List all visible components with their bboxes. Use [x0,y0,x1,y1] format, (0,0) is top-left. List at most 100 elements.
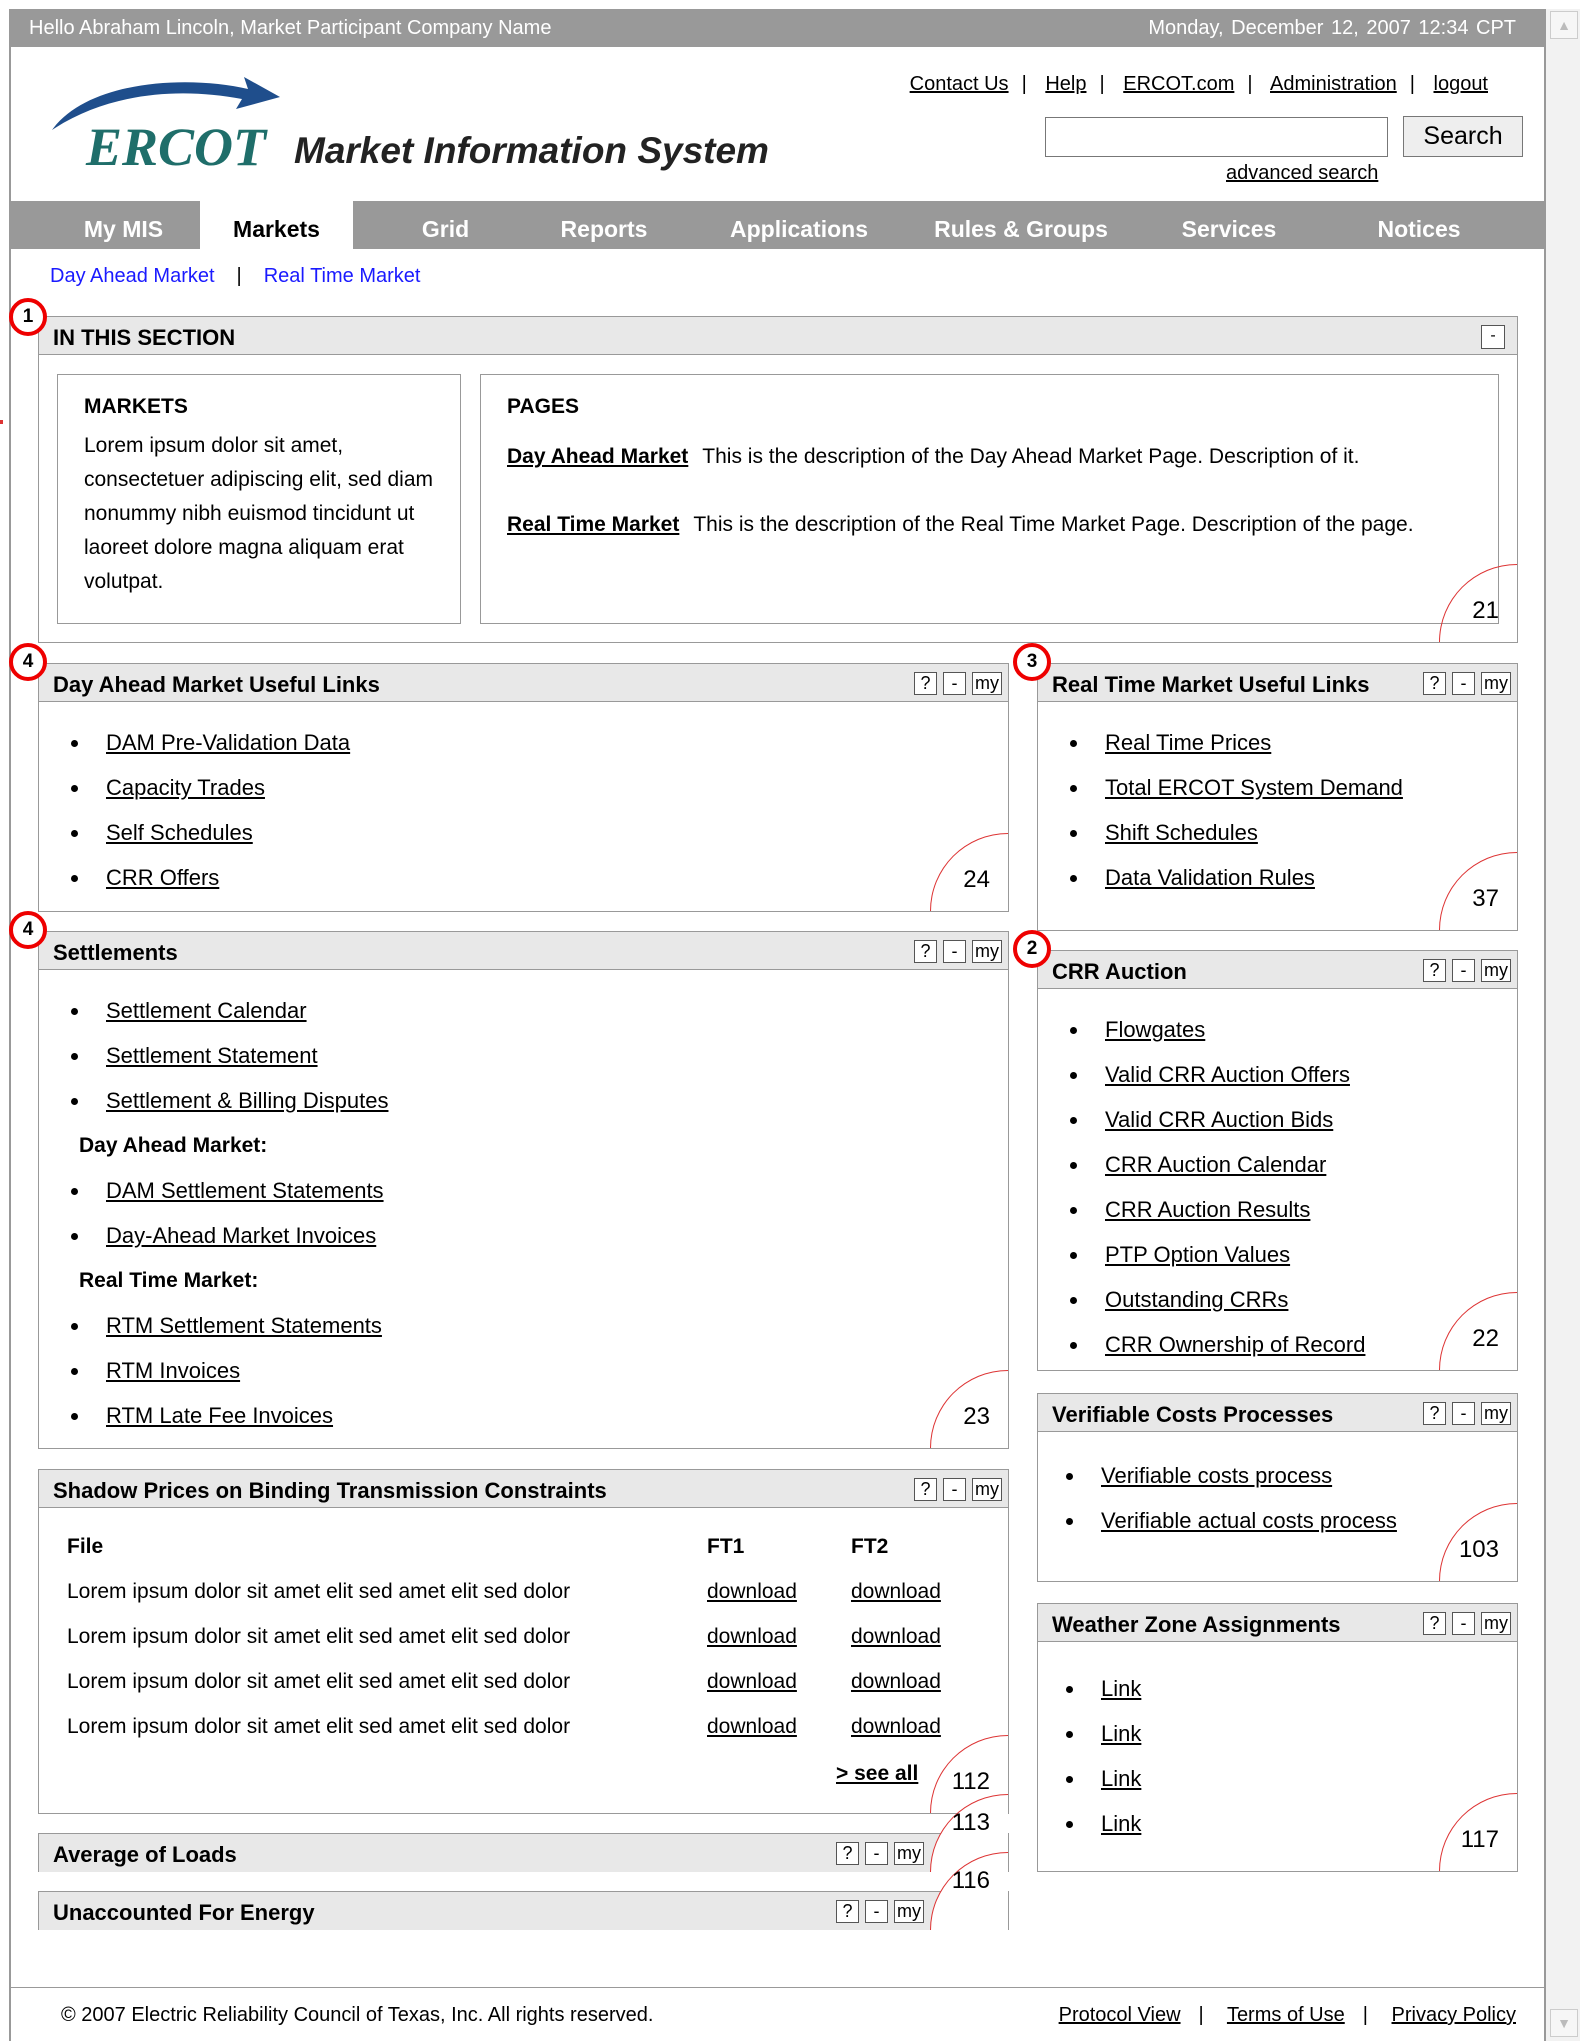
link[interactable]: CRR Auction Results [1105,1197,1310,1222]
ft1-download-link[interactable]: download [707,1580,797,1603]
privacy-policy-link[interactable]: Privacy Policy [1392,2004,1516,2026]
ft1-download-link[interactable]: download [707,1625,797,1648]
administration-link[interactable]: Administration [1270,73,1397,95]
minimize-button[interactable]: - [943,672,966,695]
file-name: Lorem ipsum dolor sit amet elit sed amet… [67,1579,571,1603]
scroll-up-icon[interactable]: ▲ [1550,11,1578,39]
ft1-download-link[interactable]: download [707,1715,797,1738]
search-button[interactable]: Search [1403,116,1523,157]
link[interactable]: CRR Auction Calendar [1105,1152,1326,1177]
link[interactable]: DAM Pre-Validation Data [106,730,350,755]
help-link[interactable]: Help [1045,73,1086,95]
tab-my-mis[interactable]: My MIS [57,201,190,249]
minimize-button[interactable]: - [865,1842,888,1865]
link[interactable]: Total ERCOT System Demand [1105,775,1403,800]
help-button[interactable]: ? [1423,672,1446,695]
link[interactable]: Real Time Prices [1105,730,1271,755]
link[interactable]: Verifiable costs process [1101,1463,1332,1488]
tab-reports[interactable]: Reports [524,201,684,249]
ft2-download-link[interactable]: download [851,1715,941,1738]
link[interactable]: Flowgates [1105,1017,1205,1042]
minimize-button[interactable]: - [865,1900,888,1923]
subnav-real-time-market[interactable]: Real Time Market [264,265,421,287]
link[interactable]: CRR Ownership of Record [1105,1332,1365,1357]
link[interactable]: Outstanding CRRs [1105,1287,1288,1312]
link[interactable]: Link [1101,1766,1141,1791]
tab-applications[interactable]: Applications [709,201,889,249]
my-button[interactable]: my [894,1842,924,1865]
list-item: Verifiable costs process [1034,1453,1517,1498]
subnav-day-ahead-market[interactable]: Day Ahead Market [50,265,215,287]
my-button[interactable]: my [972,672,1002,695]
link[interactable]: Data Validation Rules [1105,865,1315,890]
my-button[interactable]: my [1481,672,1511,695]
search-input[interactable] [1045,117,1388,157]
contact-us-link[interactable]: Contact Us [910,73,1009,95]
minimize-button[interactable]: - [1481,325,1505,349]
link[interactable]: Day-Ahead Market Invoices [106,1223,376,1248]
help-button[interactable]: ? [836,1842,859,1865]
link[interactable]: RTM Late Fee Invoices [106,1403,333,1428]
link[interactable]: Link [1101,1676,1141,1701]
link[interactable]: RTM Settlement Statements [106,1313,382,1338]
link[interactable]: CRR Offers [106,865,219,890]
link[interactable]: PTP Option Values [1105,1242,1290,1267]
link[interactable]: Link [1101,1721,1141,1746]
minimize-button[interactable]: - [1452,1402,1475,1425]
tab-grid[interactable]: Grid [379,201,512,249]
link[interactable]: Verifiable actual costs process [1101,1508,1397,1533]
list-item: Verifiable actual costs process [1034,1498,1517,1543]
page-link-day-ahead-market[interactable]: Day Ahead Market [507,445,688,468]
link[interactable]: Settlement Statement [106,1043,318,1068]
help-button[interactable]: ? [1423,1402,1446,1425]
ft2-download-link[interactable]: download [851,1625,941,1648]
link[interactable]: Settlement Calendar [106,998,307,1023]
logout-link[interactable]: logout [1434,73,1489,95]
vertical-scrollbar[interactable]: ▲ ▼ [1546,9,1580,2041]
help-button[interactable]: ? [914,672,937,695]
rtm-links-panel: Real Time Market Useful Links ? - my Rea… [1037,663,1518,931]
minimize-button[interactable]: - [1452,672,1475,695]
my-button[interactable]: my [1481,959,1511,982]
help-button[interactable]: ? [836,1900,859,1923]
advanced-search-link[interactable]: advanced search [1226,162,1378,185]
link[interactable]: Valid CRR Auction Offers [1105,1062,1350,1087]
my-button[interactable]: my [1481,1402,1511,1425]
link[interactable]: DAM Settlement Statements [106,1178,384,1203]
link[interactable]: Valid CRR Auction Bids [1105,1107,1333,1132]
link[interactable]: Shift Schedules [1105,820,1258,845]
list-item: Settlement Statement [39,1033,1008,1078]
ft1-download-link[interactable]: download [707,1670,797,1693]
tab-notices[interactable]: Notices [1329,201,1509,249]
ercot-logo[interactable]: ERCOT [48,75,288,177]
minimize-button[interactable]: - [943,1478,966,1501]
ft2-download-link[interactable]: download [851,1670,941,1693]
help-button[interactable]: ? [914,1478,937,1501]
terms-of-use-link[interactable]: Terms of Use [1227,2004,1345,2026]
help-button[interactable]: ? [1423,959,1446,982]
ft2-download-link[interactable]: download [851,1580,941,1603]
my-button[interactable]: my [972,940,1002,963]
minimize-button[interactable]: - [943,940,966,963]
protocol-view-link[interactable]: Protocol View [1059,2004,1181,2026]
help-button[interactable]: ? [1423,1612,1446,1635]
link[interactable]: Settlement & Billing Disputes [106,1088,388,1113]
link[interactable]: Link [1101,1811,1141,1836]
tab-markets[interactable]: Markets [200,201,353,249]
tab-rules-groups[interactable]: Rules & Groups [921,201,1121,249]
my-button[interactable]: my [1481,1612,1511,1635]
see-all-link[interactable]: > see all [836,1762,918,1786]
minimize-button[interactable]: - [1452,959,1475,982]
ercot-com-link[interactable]: ERCOT.com [1123,73,1234,95]
link[interactable]: Capacity Trades [106,775,265,800]
minimize-button[interactable]: - [1452,1612,1475,1635]
panel-controls: ? - my [1423,1612,1511,1635]
link[interactable]: RTM Invoices [106,1358,240,1383]
my-button[interactable]: my [972,1478,1002,1501]
help-button[interactable]: ? [914,940,937,963]
tab-services[interactable]: Services [1149,201,1309,249]
page-link-real-time-market[interactable]: Real Time Market [507,513,679,536]
my-button[interactable]: my [894,1900,924,1923]
link[interactable]: Self Schedules [106,820,253,845]
scroll-down-icon[interactable]: ▼ [1550,2009,1578,2037]
